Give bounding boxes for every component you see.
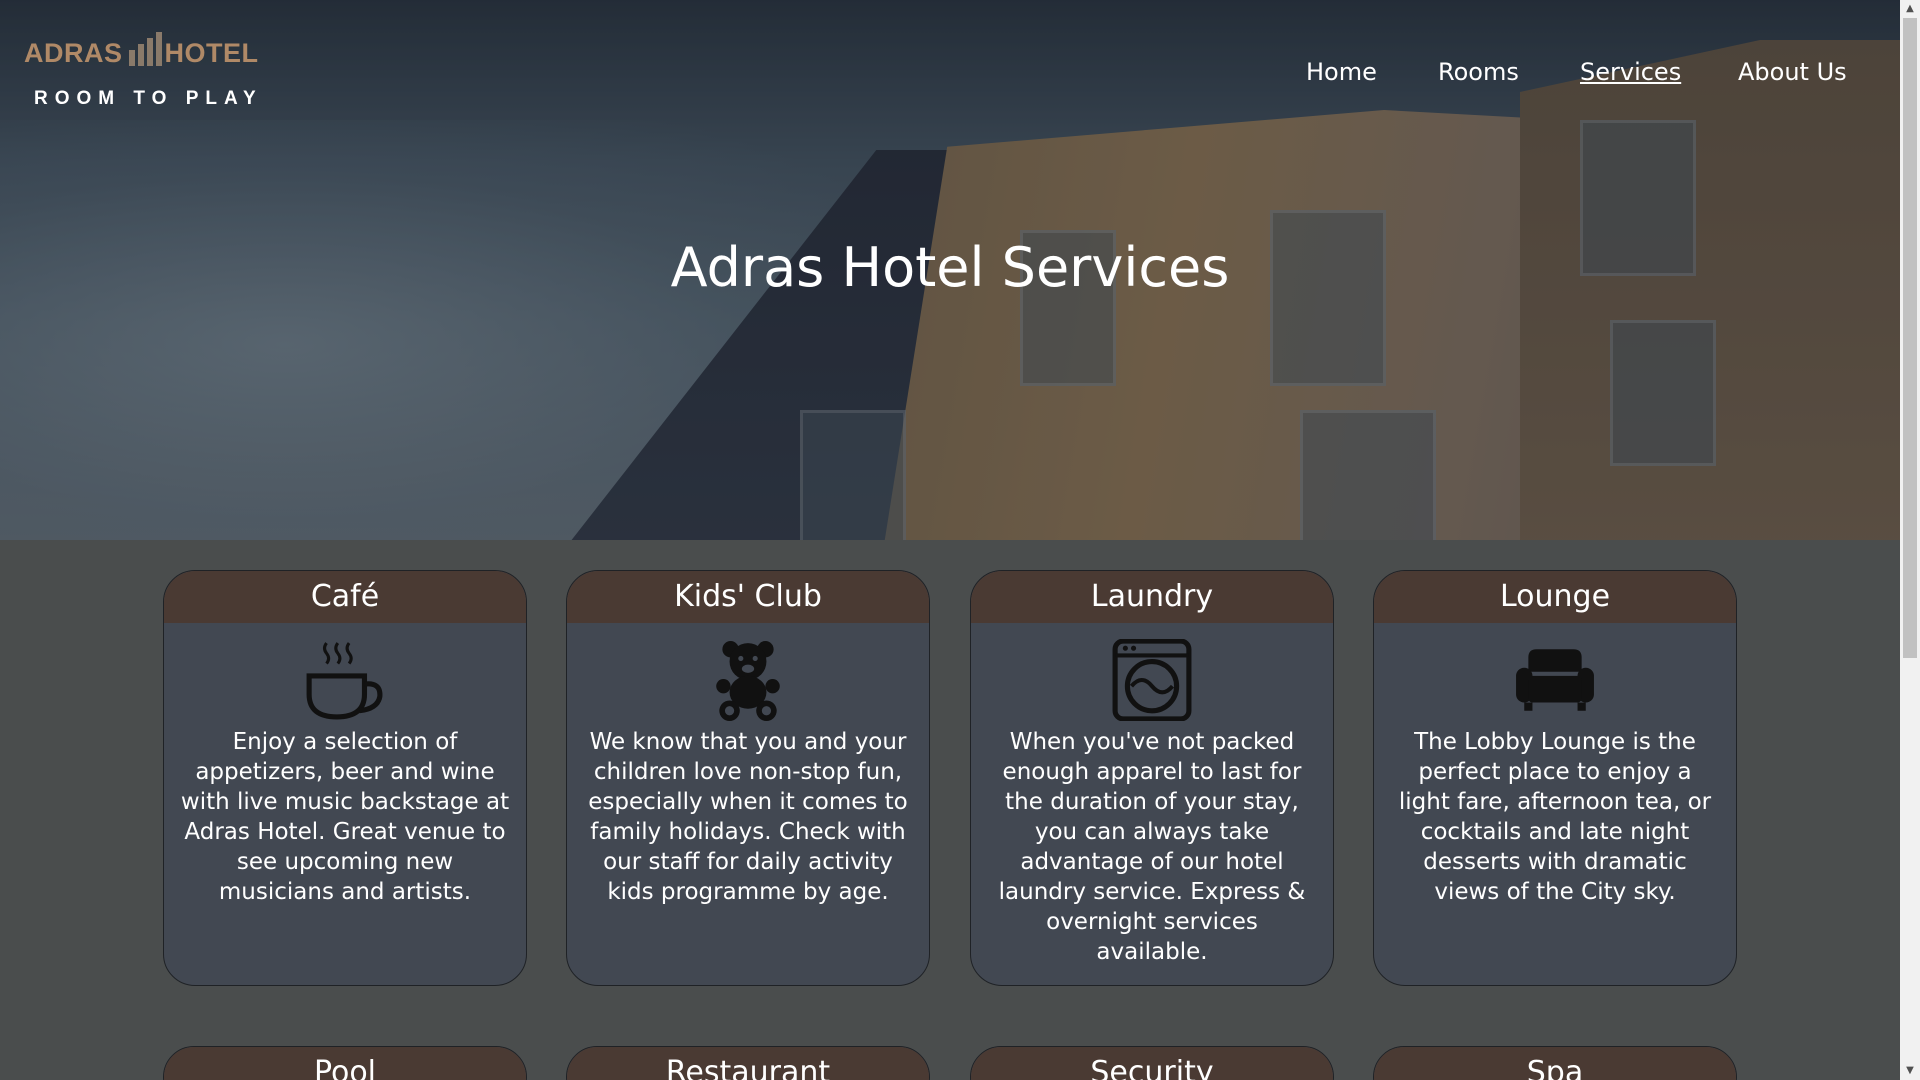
- scroll-up-arrow-icon[interactable]: ▲: [1900, 0, 1920, 18]
- service-card-laundry: Laundry When you've not packed enough ap…: [970, 570, 1334, 986]
- service-card-spa: Spa: [1373, 1046, 1737, 1080]
- nav-services-link[interactable]: Services: [1580, 58, 1681, 86]
- logo-wordmark: ADRAS HOTEL: [24, 32, 259, 69]
- card-description: The Lobby Lounge is the perfect place to…: [1398, 729, 1712, 905]
- card-title: Kids' Club: [567, 571, 929, 623]
- nav-rooms-link[interactable]: Rooms: [1438, 58, 1519, 86]
- card-title: Spa: [1374, 1047, 1736, 1080]
- teddy-bear-icon: [716, 641, 780, 721]
- nav-about-us-link[interactable]: About Us: [1738, 58, 1847, 86]
- service-card-lounge: Lounge The Lobby Lounge is the perfect p…: [1373, 570, 1737, 986]
- logo-text-left: ADRAS: [24, 38, 123, 68]
- service-card-security: Security: [970, 1046, 1334, 1080]
- card-title: Laundry: [971, 571, 1333, 623]
- page: ADRAS HOTEL ROOM TO PLAY Home Rooms Servi…: [0, 0, 1900, 1080]
- hotel-logo[interactable]: ADRAS HOTEL ROOM TO PLAY: [24, 22, 264, 112]
- logo-tagline: ROOM TO PLAY: [34, 88, 263, 109]
- coffee-cup-icon: [306, 642, 383, 720]
- service-card-kids-club: Kids' Club We know that you and your chi…: [566, 570, 930, 986]
- card-title: Pool: [164, 1047, 526, 1080]
- card-description: When you've not packed enough apparel to…: [998, 729, 1306, 965]
- sofa-icon: [1516, 649, 1594, 711]
- service-card-cafe: Café Enjoy a selection of appetizers, be…: [163, 570, 527, 986]
- hero-banner: ADRAS HOTEL ROOM TO PLAY Home Rooms Servi…: [0, 0, 1900, 540]
- card-title: Café: [164, 571, 526, 623]
- scroll-down-arrow-icon[interactable]: ▼: [1900, 1062, 1920, 1080]
- service-card-pool: Pool: [163, 1046, 527, 1080]
- scrollbar-thumb[interactable]: [1903, 18, 1917, 658]
- card-title: Lounge: [1374, 571, 1736, 623]
- card-title: Restaurant: [567, 1047, 929, 1080]
- page-title: Adras Hotel Services: [670, 236, 1230, 299]
- service-card-restaurant: Restaurant: [566, 1046, 930, 1080]
- logo-bars-icon: [127, 32, 162, 66]
- nav-home-link[interactable]: Home: [1306, 58, 1377, 86]
- vertical-scrollbar[interactable]: ▲ ▼: [1900, 0, 1920, 1080]
- card-description: Enjoy a selection of appetizers, beer an…: [180, 729, 510, 905]
- card-title: Security: [971, 1047, 1333, 1080]
- card-description: We know that you and your children love …: [588, 729, 908, 905]
- logo-text-right: HOTEL: [164, 38, 259, 68]
- washing-machine-icon: [1112, 639, 1192, 721]
